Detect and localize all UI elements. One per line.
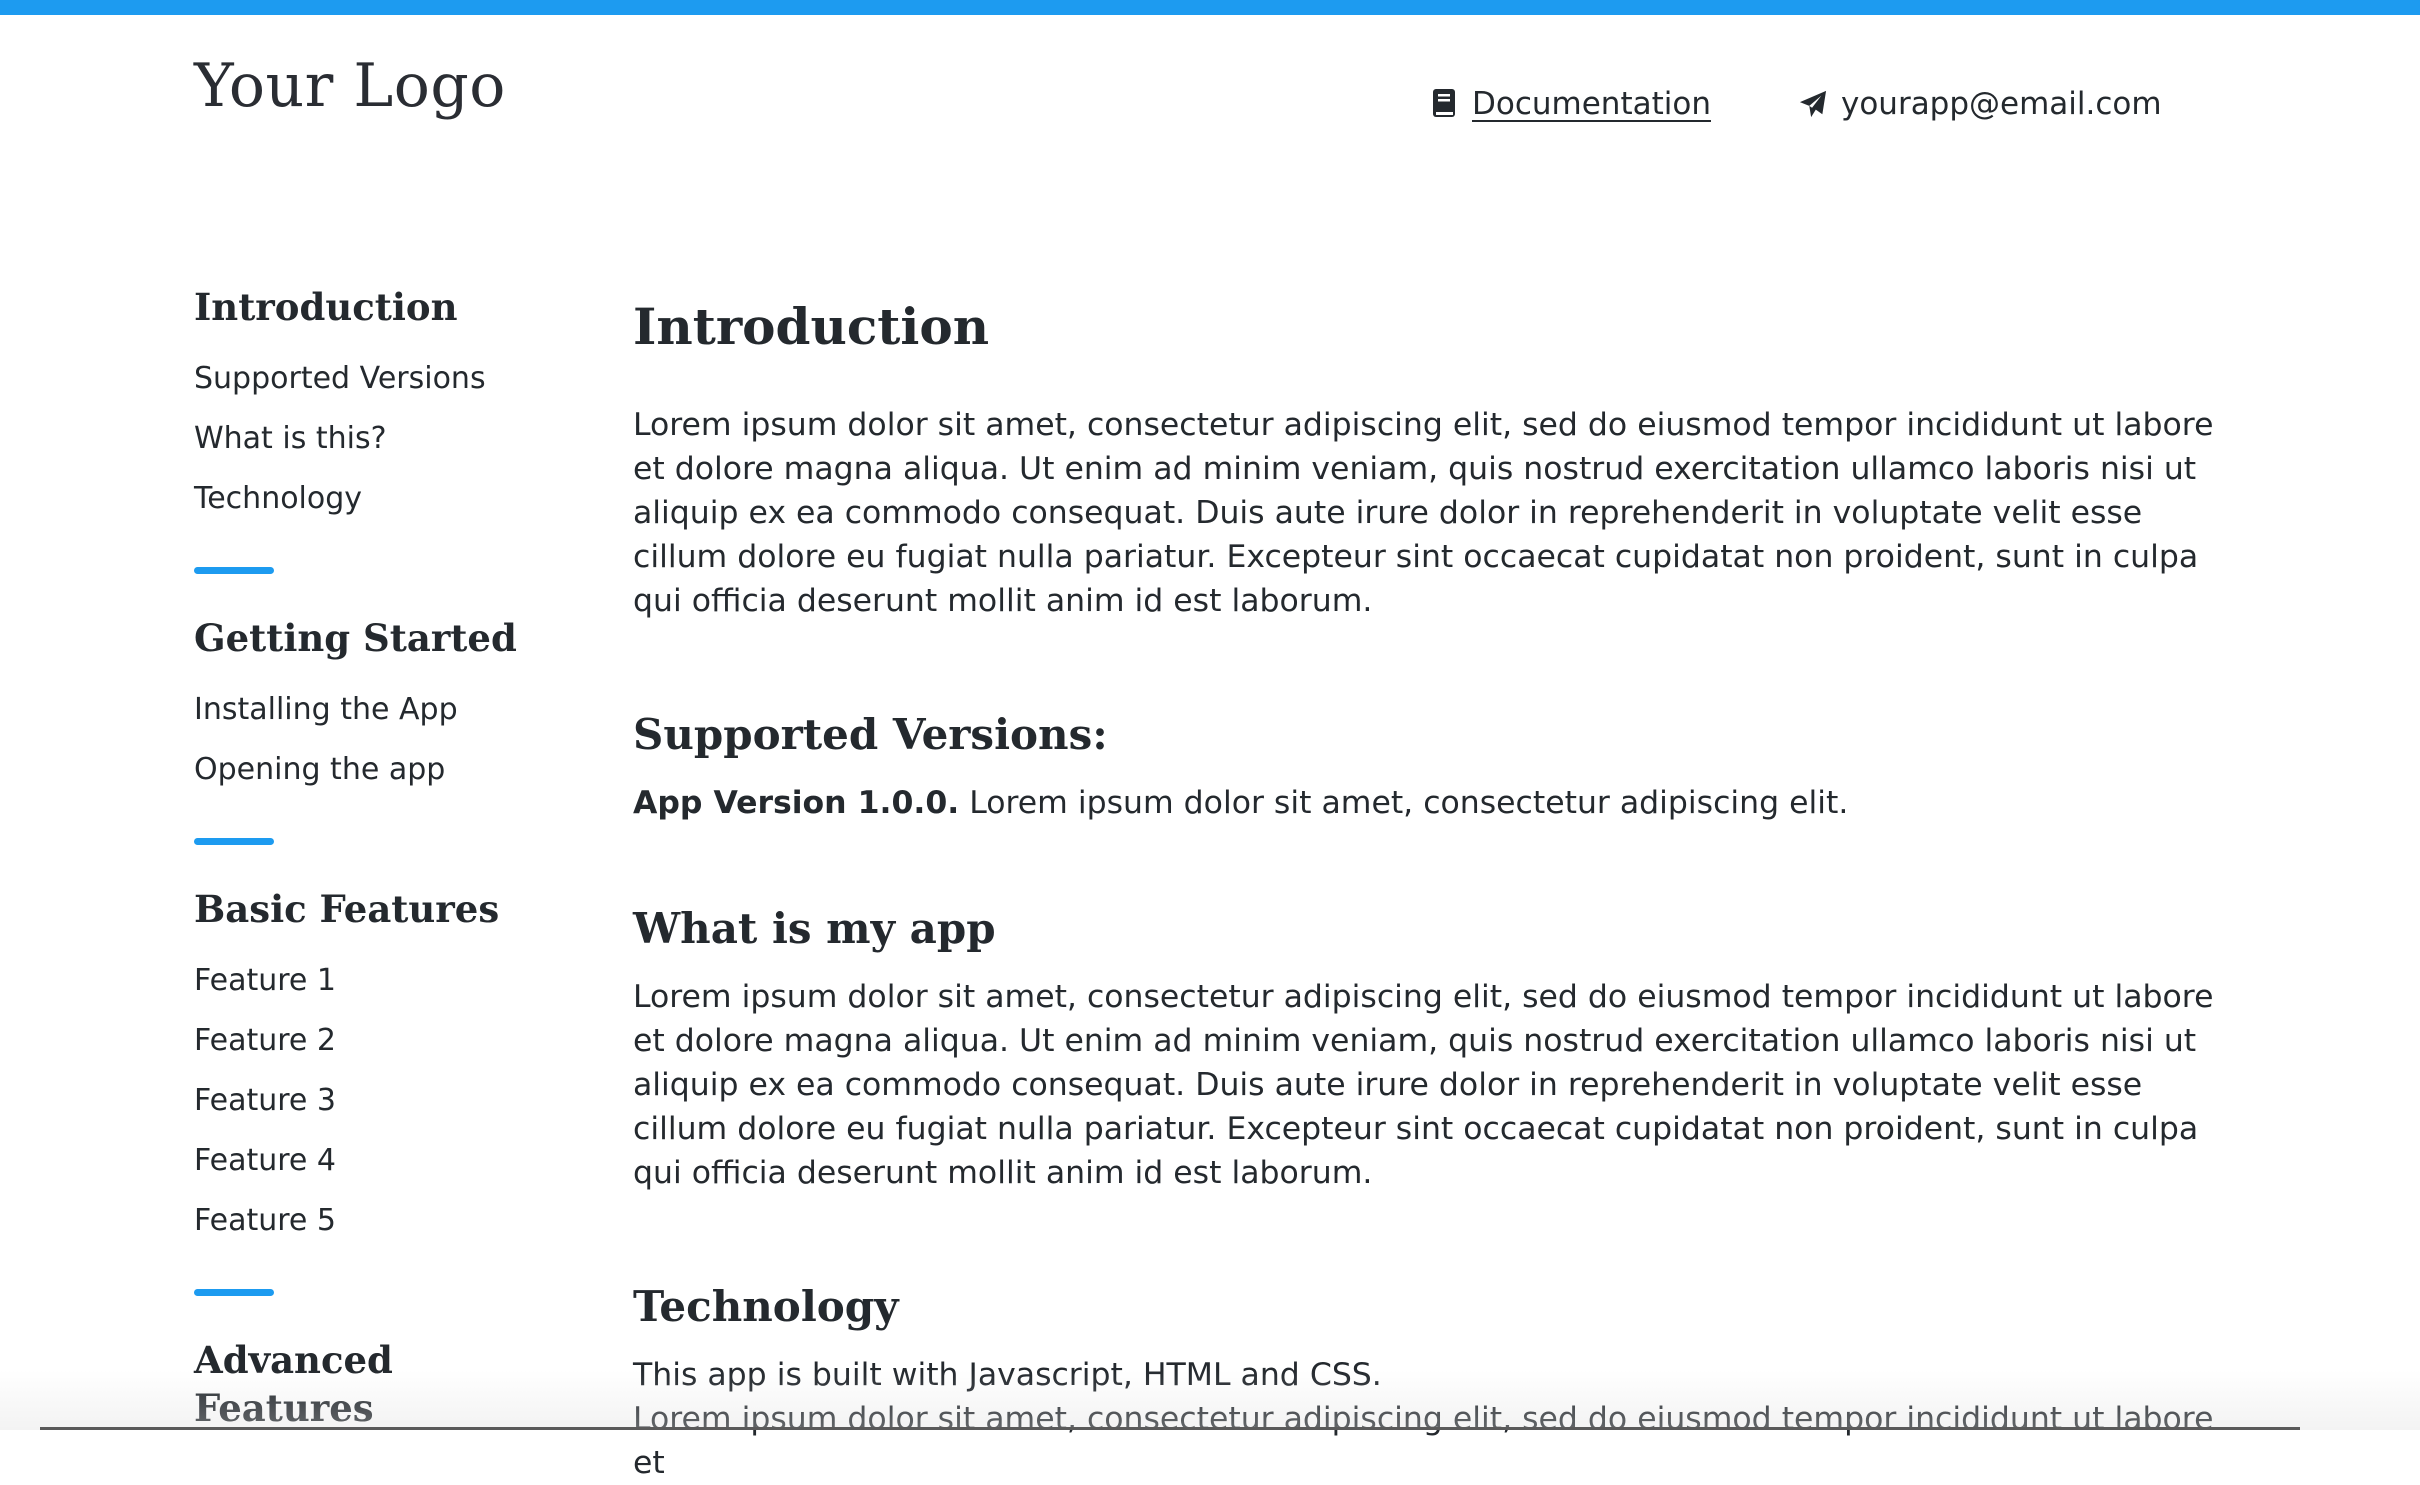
- sidebar-item-what-is-this[interactable]: What is this?: [194, 409, 574, 469]
- sidebar-item-feature-1[interactable]: Feature 1: [194, 951, 574, 1011]
- sidebar-divider: [194, 1289, 274, 1296]
- sidebar-item-opening-the-app[interactable]: Opening the app: [194, 740, 574, 800]
- sidebar-divider: [194, 838, 274, 845]
- version-label: App Version 1.0.0.: [633, 785, 960, 821]
- sidebar-heading[interactable]: Getting Started: [194, 614, 574, 662]
- sidebar-item-feature-5[interactable]: Feature 5: [194, 1191, 574, 1251]
- sidebar-group-introduction: Introduction Supported Versions What is …: [194, 283, 574, 529]
- sidebar-item-installing-the-app[interactable]: Installing the App: [194, 680, 574, 740]
- documentation-label: Documentation: [1472, 86, 1711, 122]
- paper-plane-icon: [1799, 87, 1827, 121]
- sidebar-group-getting-started: Getting Started Installing the App Openi…: [194, 614, 574, 800]
- section-heading-supported-versions: Supported Versions:: [633, 710, 1108, 759]
- technology-line-2: Lorem ipsum dolor sit amet, consectetur …: [633, 1401, 2214, 1481]
- documentation-link[interactable]: Documentation: [1430, 82, 1711, 126]
- sidebar-heading[interactable]: Advanced Features: [194, 1336, 574, 1432]
- top-accent-bar: [0, 0, 2420, 15]
- sidebar-heading[interactable]: Basic Features: [194, 885, 574, 933]
- sidebar-item-technology[interactable]: Technology: [194, 469, 574, 529]
- sidebar-divider: [194, 567, 274, 574]
- what-is-paragraph: Lorem ipsum dolor sit amet, consectetur …: [633, 979, 2214, 1191]
- version-line: App Version 1.0.0. Lorem ipsum dolor sit…: [633, 781, 2233, 825]
- section-heading-what-is-my-app: What is my app: [633, 904, 996, 953]
- sidebar-item-feature-3[interactable]: Feature 3: [194, 1071, 574, 1131]
- section-heading-technology: Technology: [633, 1282, 899, 1331]
- intro-paragraph: Lorem ipsum dolor sit amet, consectetur …: [633, 407, 2214, 619]
- sidebar-group-basic-features: Basic Features Feature 1 Feature 2 Featu…: [194, 885, 574, 1251]
- sidebar: Introduction Supported Versions What is …: [194, 283, 574, 1450]
- book-icon: [1430, 87, 1458, 121]
- sidebar-item-feature-4[interactable]: Feature 4: [194, 1131, 574, 1191]
- page-title: Introduction: [633, 297, 990, 356]
- email-label: yourapp@email.com: [1840, 86, 2162, 122]
- sidebar-item-feature-2[interactable]: Feature 2: [194, 1011, 574, 1071]
- sidebar-group-advanced-features: Advanced Features: [194, 1336, 574, 1432]
- version-text: Lorem ipsum dolor sit amet, consectetur …: [959, 785, 1849, 821]
- email-link[interactable]: yourapp@email.com: [1799, 82, 2162, 126]
- main-content: Introduction Lorem ipsum dolor sit amet,…: [633, 295, 2233, 1485]
- sidebar-item-supported-versions[interactable]: Supported Versions: [194, 349, 574, 409]
- header-nav: Documentation yourapp@email.com: [1430, 82, 2162, 126]
- logo[interactable]: Your Logo: [194, 46, 506, 126]
- sidebar-heading[interactable]: Introduction: [194, 283, 574, 331]
- technology-line-1: This app is built with Javascript, HTML …: [633, 1357, 1382, 1393]
